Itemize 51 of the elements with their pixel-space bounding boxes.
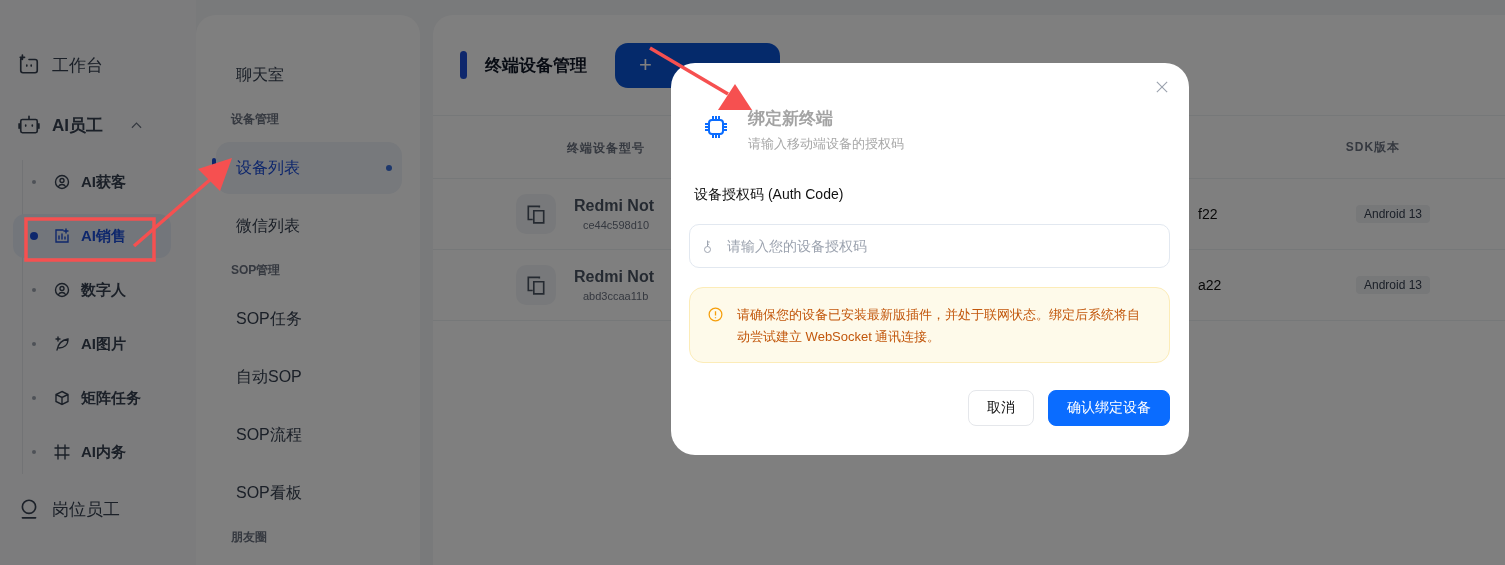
dialog-title: 绑定新终端 [748,108,834,130]
sdk-tag: Android 13 [1355,276,1430,294]
chart-icon [54,228,70,244]
field-label: 设备授权码 (Auth Code) [694,186,845,204]
chip-icon [704,115,728,139]
close-icon[interactable] [1156,81,1168,93]
device-name: Redmi Not [574,268,654,286]
nav-subitem[interactable]: AI图片 [13,322,171,366]
cube-icon [54,390,70,406]
section-heading: 朋友圈 [231,529,268,546]
nav-subitem[interactable]: AI获客 [13,160,171,204]
column-header: SDK版本 [1345,138,1401,156]
crop-icon [54,444,70,460]
devices-icon [516,194,556,234]
table-cell: a22 [1198,277,1222,293]
column-header: 终端设备型号 [567,140,645,155]
person-circle-icon [54,282,70,298]
devices-icon [516,265,556,305]
menu-item[interactable]: 聊天室 [216,49,402,101]
page-title: 终端设备管理 [485,54,587,77]
menu-item[interactable]: 微信列表 [216,200,402,252]
warning-icon [708,307,723,322]
confirm-button[interactable]: 确认绑定设备 [1048,390,1170,426]
device-name: Redmi Not [574,197,654,215]
auth-code-field[interactable]: 请输入您的设备授权码 [689,224,1170,268]
accent-bar [460,51,467,79]
nav-item[interactable]: AI员工 [12,104,178,146]
cancel-button[interactable]: 取消 [968,390,1034,426]
dialog-subtitle: 请输入移动端设备的授权码 [748,135,904,153]
menu-item[interactable]: 自动SOP [216,351,402,403]
notice-text: 请确保您的设备已安装最新版插件，并处于联网状态。绑定后系统将自动尝试建立 WebSocket 通讯连接。 [737,306,1141,346]
nav-subitem[interactable]: AI内务 [13,430,171,474]
table-cell: f22 [1198,206,1218,222]
key-icon [703,239,712,254]
leaf-icon [54,336,70,352]
caret-icon[interactable] [131,121,142,129]
bot-icon [18,54,40,76]
nav-subitem[interactable]: 矩阵任务 [13,376,171,420]
device-id: abd3ccaa11b [582,290,650,302]
person-circle-icon [54,174,70,190]
menu-item[interactable]: SOP任务 [216,293,402,345]
sdk-tag: Android 13 [1355,205,1430,223]
menu-item[interactable]: SOP流程 [216,409,402,461]
section-heading: 设备管理 [231,111,280,128]
device-id: ce44c598d10 [582,219,651,231]
section-heading: SOP管理 [231,262,282,279]
nav-subitem[interactable]: 数字人 [13,268,171,312]
nav-item[interactable]: 工作台 [12,44,178,86]
menu-item[interactable]: SOP看板 [216,467,402,519]
nav-item[interactable]: 岗位员工 [12,488,178,530]
robot-icon [18,114,40,136]
